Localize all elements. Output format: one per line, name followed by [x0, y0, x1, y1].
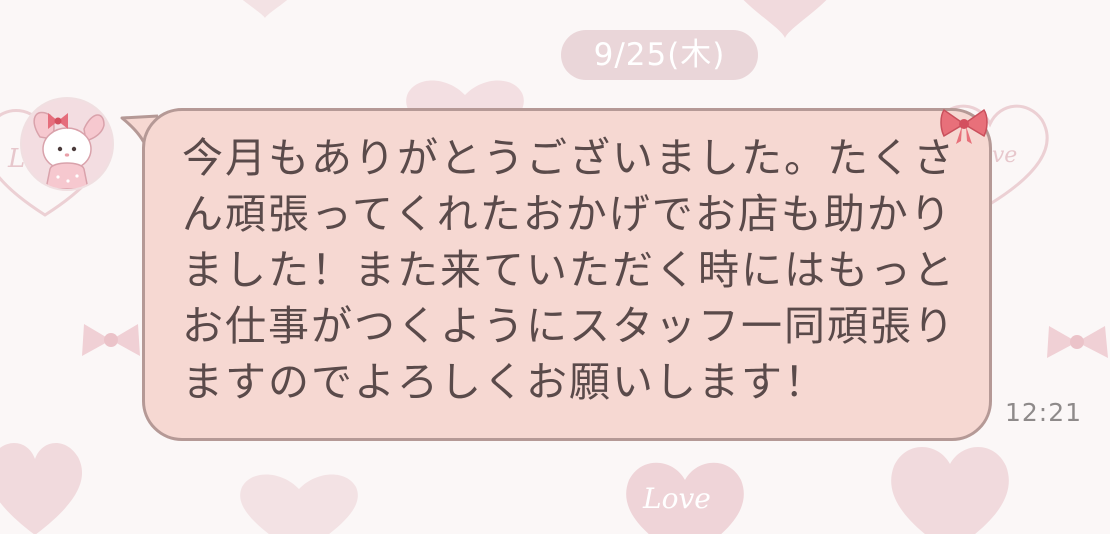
date-separator: 9/25(木): [561, 30, 758, 80]
heart-decoration: [240, 474, 358, 534]
ribbon-bow-icon: [940, 108, 988, 144]
bow-decoration: [1047, 326, 1108, 358]
avatar[interactable]: [20, 97, 114, 191]
message-text: 今月もありがとうございました。たくさん頑張ってくれたおかげでお店も助かりました！…: [182, 134, 956, 406]
date-label: 9/25(木): [593, 37, 726, 73]
message-bubble-group: 今月もありがとうございました。たくさん頑張ってくれたおかげでお店も助かりました！…: [118, 108, 994, 444]
heart-decoration: [242, 0, 288, 18]
heart-decoration: [0, 443, 82, 534]
heart-decoration: [891, 447, 1009, 534]
heart-decoration: Love: [626, 462, 744, 534]
rabbit-character-icon: [22, 99, 112, 189]
love-script-text: Love: [642, 482, 711, 515]
message-timestamp: 12:21: [1005, 398, 1083, 427]
